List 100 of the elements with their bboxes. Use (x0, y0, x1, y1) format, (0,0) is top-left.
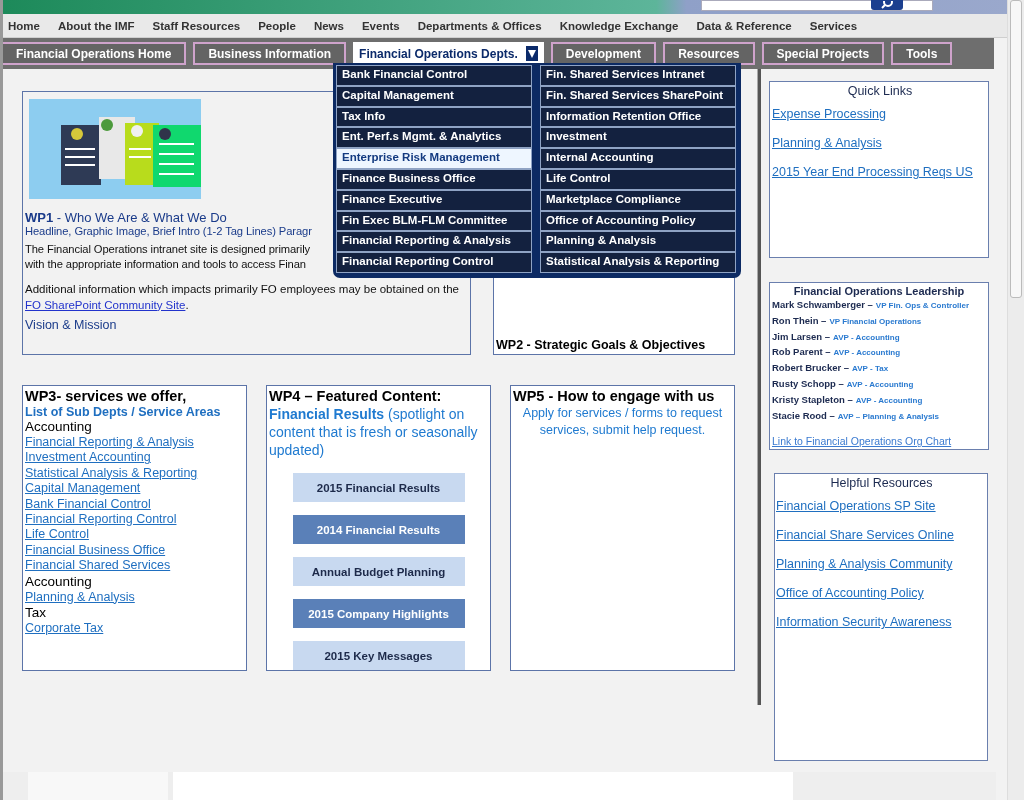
service-link[interactable]: Investment Accounting (25, 450, 151, 466)
leader-name: Stacie Rood – (772, 409, 835, 421)
resource-link[interactable]: Financial Operations SP Site (776, 499, 987, 513)
nav-tab[interactable]: Tools (891, 42, 953, 65)
featured-button[interactable]: 2015 Financial Results (292, 473, 465, 502)
nav-link[interactable]: Events (361, 19, 408, 32)
leader-role: VP Fin. Ops & Controller (875, 301, 970, 310)
menu-item[interactable]: Investment (540, 127, 736, 149)
menu-item[interactable]: Fin. Shared Services Intranet (540, 65, 736, 86)
scrollbar-thumb[interactable] (1010, 0, 1022, 298)
nav-link[interactable]: Knowledge Exchange (559, 19, 687, 32)
leader-name: Jim Larsen – (772, 330, 831, 342)
menu-item[interactable]: Enterprise Risk Management (336, 148, 532, 169)
nav-tab[interactable]: Development (550, 42, 657, 65)
leader-role: AVP - Tax (852, 364, 889, 374)
section-title: WP5 - How to engage with us (513, 388, 716, 405)
menu-item[interactable]: Fin Exec BLM-FLM Committee (336, 210, 532, 232)
featured-button[interactable]: 2015 Company Highlights (292, 599, 465, 628)
service-link[interactable]: Bank Financial Control (25, 496, 151, 513)
menu-item[interactable]: Finance Executive (336, 189, 532, 211)
featured-button[interactable]: 2014 Financial Results (292, 515, 465, 544)
resource-link[interactable]: Financial Share Services Online (776, 528, 987, 542)
menu-item[interactable]: Statistical Analysis & Reporting (540, 252, 736, 273)
panel-title: Helpful Resources (829, 476, 934, 490)
quick-link[interactable]: Expense Processing (772, 107, 988, 121)
service-link[interactable]: Financial Reporting Control (25, 512, 177, 528)
headline-text: Headline, Graphic Image, Brief Intro (1-2 Tag Lines) Paragr (25, 225, 312, 237)
section-title: WP4 – Featured Content: (269, 388, 443, 405)
leader-role: AVP - Accounting (846, 380, 914, 389)
leader-role: AVP - Accounting (833, 348, 901, 358)
nav-link[interactable]: About the IMF (57, 19, 143, 32)
leader-name: Rob Parent – (772, 346, 831, 358)
service-link[interactable]: Corporate Tax (25, 621, 104, 637)
nav-link[interactable]: Data & Reference (696, 19, 800, 32)
section-title: WP1 - Who We Are & What We Do (25, 210, 227, 225)
service-link[interactable]: Financial Shared Services (25, 558, 171, 574)
leader-role: AVP - Accounting (833, 332, 900, 342)
leader-name: Rusty Schopp – (772, 378, 844, 389)
featured-button[interactable]: 2015 Key Messages (292, 641, 465, 670)
nav-tab[interactable]: Financial Operations Home (3, 42, 187, 65)
nav-tab[interactable]: Financial Operations Depts. (353, 42, 544, 65)
menu-item[interactable]: Capital Management (336, 85, 532, 107)
nav-link[interactable]: Staff Resources (152, 19, 249, 32)
group-heading: Accounting (25, 573, 92, 590)
leader-role: AVP – Planning & Analysis (837, 411, 940, 421)
menu-item[interactable]: Tax Info (336, 106, 532, 128)
service-link[interactable]: Financial Reporting & Analysis (25, 435, 194, 451)
leader-name: Robert Brucker – (772, 362, 850, 374)
menu-item[interactable]: Office of Accounting Policy (540, 210, 736, 232)
nav-tab[interactable]: Special Projects (761, 42, 885, 65)
nav-link[interactable]: People (258, 19, 304, 32)
intro-text: with the appropriate information and tools to access Finan (25, 257, 306, 272)
service-link[interactable]: Financial Business Office (25, 542, 166, 559)
menu-item[interactable]: Internal Accounting (540, 148, 736, 169)
quick-link[interactable]: Planning & Analysis (772, 136, 988, 150)
section-subtitle: List of Sub Depts / Service Areas (25, 405, 222, 419)
nav-link[interactable]: Departments & Offices (417, 19, 550, 32)
menu-item[interactable]: Information Retention Office (540, 106, 736, 128)
nav-link[interactable]: News (313, 19, 352, 32)
section-title: WP3- services we offer, (25, 388, 188, 405)
menu-item[interactable]: Life Control (540, 169, 736, 190)
resource-link[interactable]: Office of Accounting Policy (776, 586, 987, 600)
menu-item[interactable]: Fin. Shared Services SharePoint (540, 85, 736, 107)
section-text: Apply for services / forms to request services, submit help request. (521, 405, 724, 439)
leader-role: VP Financial Operations (829, 316, 922, 326)
vision-link[interactable]: Vision & Mission (25, 318, 467, 332)
search-icon (880, 1, 894, 9)
section-subtitle: Financial Results (spotlight on content that is fresh or seasonally updated) (269, 405, 479, 459)
org-chart-link[interactable]: Link to Financial Operations Org Chart (772, 435, 986, 448)
section-title: WP2 - Strategic Goals & Objectives (496, 338, 706, 352)
menu-item[interactable]: Ent. Perf.s Mgmt. & Analytics (336, 127, 532, 149)
nav-tab[interactable]: Resources (663, 42, 755, 65)
quick-link[interactable]: 2015 Year End Processing Reqs US (772, 165, 988, 179)
menu-item[interactable]: Financial Reporting Control (336, 252, 532, 273)
panel-title: Quick Links (846, 84, 914, 98)
leader-name: Kristy Stapleton – (772, 393, 853, 405)
leader-role: AVP - Accounting (855, 395, 923, 405)
service-link[interactable]: Planning & Analysis (25, 589, 135, 606)
featured-button[interactable]: Annual Budget Planning (292, 557, 465, 586)
service-link[interactable]: Statistical Analysis & Reporting (25, 465, 198, 482)
service-link[interactable]: Capital Management (25, 481, 141, 497)
menu-item[interactable]: Finance Business Office (336, 169, 532, 190)
group-heading: Tax (25, 605, 46, 622)
nav-link[interactable]: Home (8, 19, 48, 32)
paragraph: Additional information which impacts primarily FO employees may be obtained on the FO SharePoint Community Site. (25, 282, 460, 313)
resource-link[interactable]: Planning & Analysis Community (776, 557, 987, 571)
scrollbar[interactable] (1007, 0, 1024, 800)
leader-name: Ron Thein – (772, 314, 827, 326)
menu-item[interactable]: Financial Reporting & Analysis (336, 231, 532, 253)
nav-tab[interactable]: Business Information (193, 42, 347, 65)
intro-text: The Financial Operations intranet site is designed primarily (25, 242, 310, 257)
menu-item[interactable]: Marketplace Compliance (540, 189, 736, 211)
nav-link[interactable]: Services (809, 19, 866, 32)
menu-item[interactable]: Bank Financial Control (336, 65, 532, 86)
menu-item[interactable]: Planning & Analysis (540, 231, 736, 253)
group-heading: Accounting (25, 419, 92, 435)
service-link[interactable]: Life Control (25, 527, 89, 543)
search-button[interactable] (871, 0, 903, 10)
panel-title: Financial Operations Leadership (792, 285, 966, 297)
resource-link[interactable]: Information Security Awareness (776, 615, 987, 629)
